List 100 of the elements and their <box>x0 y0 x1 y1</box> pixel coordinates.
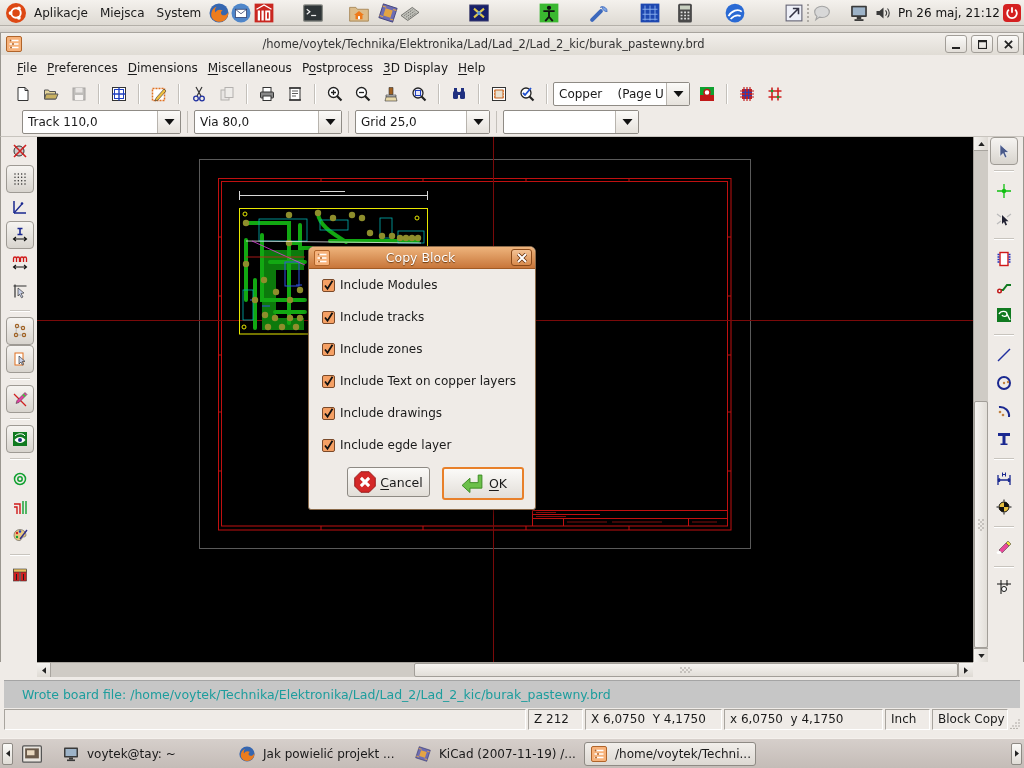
taskbar-button[interactable]: Jak powielić projekt ... <box>232 741 404 766</box>
cut-icon[interactable] <box>191 86 207 102</box>
pointer-rays-icon[interactable] <box>996 211 1012 227</box>
taskbar-button[interactable]: /home/voytek/Techni... <box>584 741 756 766</box>
menu-item[interactable]: Preferences <box>42 56 123 79</box>
arches-arrow-icon[interactable] <box>12 255 28 271</box>
menu-item[interactable]: 3D Display <box>378 56 454 79</box>
zoom-out-icon[interactable] <box>355 86 371 102</box>
zoom-fit-icon[interactable] <box>411 86 427 102</box>
ok-button[interactable]: OK <box>442 467 524 500</box>
terminal-icon[interactable] <box>303 2 324 23</box>
hash-icon[interactable] <box>767 86 783 102</box>
checkbox[interactable] <box>322 438 335 452</box>
swirl-icon[interactable] <box>725 2 746 23</box>
circle-icon[interactable] <box>996 375 1012 391</box>
scroll-right-button[interactable] <box>1011 742 1022 765</box>
close-button[interactable] <box>997 35 1019 53</box>
print-icon[interactable] <box>259 86 275 102</box>
ring-logo-icon[interactable] <box>6 2 26 23</box>
layer-swatch-icon[interactable] <box>699 86 715 102</box>
empty-select[interactable] <box>503 110 639 134</box>
eye-tile-toggle[interactable] <box>6 425 34 453</box>
cancel-button[interactable]: Cancel <box>347 467 430 497</box>
resize-grip-icon[interactable] <box>1010 719 1020 729</box>
edit-pencil-icon[interactable] <box>151 86 167 102</box>
target-icon[interactable] <box>996 499 1012 515</box>
horizontal-scrollbar[interactable] <box>37 662 973 677</box>
checkbox[interactable] <box>322 310 335 324</box>
menu-item[interactable]: File <box>12 56 43 79</box>
new-file-icon[interactable] <box>15 86 31 102</box>
chip-icon[interactable] <box>996 251 1012 267</box>
pointer-toggle[interactable] <box>990 137 1018 165</box>
text-tool-icon[interactable] <box>996 431 1012 447</box>
grid-dots-toggle[interactable] <box>6 165 34 193</box>
cross-tile-icon[interactable] <box>469 2 490 23</box>
chip-grid-icon[interactable] <box>739 86 755 102</box>
checkbox[interactable] <box>322 342 335 356</box>
scroll-up-button[interactable] <box>974 137 988 151</box>
crossed-circle-icon[interactable] <box>12 143 28 159</box>
zoom-in-icon[interactable] <box>327 86 343 102</box>
palette-icon[interactable] <box>12 527 28 543</box>
layout-grid-icon[interactable] <box>111 86 127 102</box>
pad-ring-icon[interactable] <box>12 471 28 487</box>
window-menu-icon[interactable] <box>314 249 330 266</box>
figure-tile-icon[interactable] <box>539 2 560 23</box>
cursor-corner-icon[interactable] <box>12 283 28 299</box>
module-cursor-toggle[interactable] <box>6 345 34 373</box>
dimension-icon[interactable] <box>996 471 1012 487</box>
binoculars-icon[interactable] <box>451 86 467 102</box>
chip-frame-icon[interactable] <box>491 86 507 102</box>
i-beam-arrow-toggle[interactable] <box>6 221 34 249</box>
show-desktop-icon[interactable] <box>22 743 42 764</box>
zone-tile-icon[interactable] <box>996 307 1012 323</box>
monitor-icon[interactable] <box>849 3 868 22</box>
scroll-left-button[interactable] <box>2 742 13 765</box>
brush-icon[interactable] <box>383 86 399 102</box>
angle-icon[interactable] <box>12 199 28 215</box>
globe-icon[interactable] <box>209 2 230 23</box>
via-size-select[interactable]: Via 80,0 <box>194 110 342 134</box>
layer-select[interactable]: Copper (Page U <box>553 82 690 106</box>
close-button[interactable] <box>511 249 532 266</box>
menu-item[interactable]: Postprocess <box>296 56 379 79</box>
checkbox[interactable] <box>322 406 335 420</box>
arc-icon[interactable] <box>996 403 1012 419</box>
grid-size-select[interactable]: Grid 25,0 <box>355 110 490 134</box>
layers-icon[interactable] <box>12 567 28 583</box>
ratsnest-toggle[interactable] <box>6 317 34 345</box>
panel-menu[interactable]: Miejsca <box>93 1 151 24</box>
power-icon[interactable] <box>1003 3 1021 22</box>
magnifier-check-icon[interactable] <box>519 86 535 102</box>
striped-tile-icon[interactable] <box>254 2 275 23</box>
menu-item[interactable]: Miscellaneous <box>202 56 297 79</box>
window-menu-icon[interactable] <box>6 36 22 52</box>
origin-icon[interactable] <box>996 579 1012 595</box>
menu-item[interactable]: Dimensions <box>122 56 203 79</box>
marker-pen-toggle[interactable] <box>6 385 34 413</box>
mail-icon[interactable] <box>231 2 252 23</box>
track-width-select[interactable]: Track 110,0 <box>22 110 181 134</box>
maximize-button[interactable] <box>971 35 993 53</box>
circuit-board-icon[interactable] <box>378 2 399 23</box>
panel-clock[interactable]: Pn 26 maj, 21:12 <box>897 5 1000 20</box>
scroll-left-button[interactable] <box>37 663 51 677</box>
scrollbar-thumb[interactable] <box>974 401 988 648</box>
checkbox[interactable] <box>322 278 335 292</box>
checkbox[interactable] <box>322 374 335 388</box>
vertical-scrollbar[interactable] <box>973 137 988 662</box>
grid-window-icon[interactable] <box>640 2 661 23</box>
scroll-right-button[interactable] <box>958 663 973 677</box>
scroll-down-button[interactable] <box>974 648 988 662</box>
scrollbar-thumb[interactable] <box>414 663 958 677</box>
eraser-icon[interactable] <box>996 539 1012 555</box>
panel-menu[interactable]: Aplikacje <box>28 1 94 24</box>
line-icon[interactable] <box>996 347 1012 363</box>
arrow-box-icon[interactable] <box>784 3 803 22</box>
track-lines-icon[interactable] <box>12 499 28 515</box>
plot-icon[interactable] <box>287 86 303 102</box>
taskbar-button[interactable]: KiCad (2007-11-19) /... <box>408 741 580 766</box>
open-folder-icon[interactable] <box>43 86 59 102</box>
taskbar-button[interactable]: voytek@tay: ~ <box>56 741 228 766</box>
menu-item[interactable]: Help <box>453 56 491 79</box>
